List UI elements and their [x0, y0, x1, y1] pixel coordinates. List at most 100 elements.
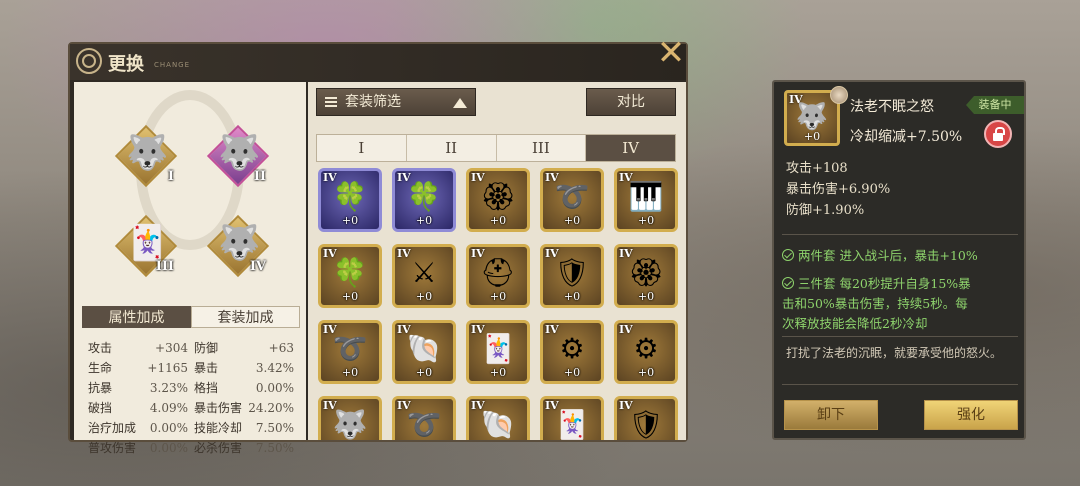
stat-value: 0.00%: [149, 421, 188, 435]
inventory-item[interactable]: IV ⛑ +0: [466, 244, 530, 308]
inventory-area: 套装筛选 对比 I II III IV IV 🍀 +0 IV 🍀 +0 IV 🏵 +0 IV ➰ +0…: [308, 82, 686, 440]
inventory-item[interactable]: IV 🍀 +0: [318, 244, 382, 308]
inventory-item[interactable]: IV➰+0: [540, 168, 604, 232]
item-level: +0: [341, 290, 359, 303]
slot-tier: I: [167, 169, 174, 184]
stat-label: 暴击伤害: [194, 401, 243, 415]
inventory-item[interactable]: IV🃏+0: [466, 320, 530, 384]
stat-value: 3.42%: [255, 361, 294, 375]
triangle-up-icon: [453, 98, 467, 108]
set-bonus-3-line: 三件套 每20秒提升自身15%暴: [798, 276, 971, 291]
sub-stat: 防御+1.90%: [786, 203, 865, 218]
detail-level: +0: [803, 130, 821, 143]
inventory-item[interactable]: IV➰+0: [392, 396, 456, 440]
item-icon: 🐺: [332, 408, 368, 440]
slot-tier: III: [155, 259, 174, 274]
divider: [782, 384, 1018, 385]
check-circle-icon: [782, 249, 794, 261]
item-icon: ➰: [332, 332, 368, 365]
tab-tier-3[interactable]: III: [496, 135, 587, 161]
tab-attribute-bonus[interactable]: 属性加成: [82, 306, 191, 328]
equipped-badge: 装备中: [966, 96, 1024, 114]
slot-tier: IV: [249, 259, 266, 274]
stat-value: 7.50%: [255, 441, 294, 455]
change-panel: 更换 CHANGE 🐺 I 🐺 II 🃏 III 🐺 IV 属性加成 套装加成: [68, 42, 688, 455]
item-icon: 🛡: [628, 408, 664, 440]
tab-tier-1[interactable]: I: [317, 135, 407, 161]
stat-row: 破挡 4.09% 暴击伤害 24.20%: [88, 398, 300, 418]
item-level: +0: [415, 366, 433, 379]
item-icon: 🍀: [332, 180, 368, 213]
item-level: +0: [489, 366, 507, 379]
tab-tier-2[interactable]: II: [406, 135, 497, 161]
item-icon: ➰: [406, 408, 442, 440]
item-icon: 🐚: [480, 408, 516, 440]
inventory-item[interactable]: IV🐚+0: [466, 396, 530, 440]
inventory-item[interactable]: IV ⚙ +0: [540, 320, 604, 384]
set-filter-button[interactable]: 套装筛选: [316, 88, 476, 116]
stat-label: 必杀伤害: [194, 441, 243, 455]
item-level: +0: [637, 290, 655, 303]
inventory-item[interactable]: IV 🏵 +0: [614, 244, 678, 308]
inventory-item[interactable]: IV🛡+0: [614, 396, 678, 440]
lock-icon[interactable]: [984, 120, 1012, 148]
inventory-item[interactable]: IV 🍀 +0: [318, 168, 382, 232]
stat-label: 技能冷却: [194, 421, 243, 435]
stat-row: 抗暴 3.23% 格挡 0.00%: [88, 378, 300, 398]
tier-tabs: I II III IV: [316, 134, 676, 162]
stat-label: 抗暴: [88, 381, 113, 395]
item-level: +0: [489, 214, 507, 227]
panel-subtitle: CHANGE: [154, 61, 191, 69]
inventory-item[interactable]: IV🐚+0: [392, 320, 456, 384]
sub-stat: 攻击+108: [786, 161, 848, 176]
enhance-button[interactable]: 强化: [924, 400, 1018, 430]
unequip-button[interactable]: 卸下: [784, 400, 878, 430]
tab-set-bonus[interactable]: 套装加成: [191, 306, 300, 328]
bonus-tabs: 属性加成 套装加成: [82, 306, 300, 328]
inventory-item[interactable]: IV🐺+0: [318, 396, 382, 440]
tab-tier-4[interactable]: IV: [586, 135, 675, 161]
inventory-item[interactable]: IV ⚙ +0: [614, 320, 678, 384]
inventory-item[interactable]: IV 🍀 +0: [392, 168, 456, 232]
stat-label: 格挡: [194, 381, 219, 395]
equipped-slot-4[interactable]: 🐺 IV: [206, 214, 270, 278]
equipped-slot-2[interactable]: 🐺 II: [206, 124, 270, 188]
slot-tier: II: [253, 169, 266, 184]
item-detail-panel: IV 🐺 +0 法老不眠之怒 装备中 冷却缩减+7.50% 攻击+108 暴击伤…: [772, 80, 1026, 440]
sub-stats: 攻击+108 暴击伤害+6.90% 防御+1.90%: [786, 158, 890, 221]
compare-button[interactable]: 对比: [586, 88, 676, 116]
equipped-slot-3[interactable]: 🃏 III: [114, 214, 178, 278]
stat-label: 暴击: [194, 361, 219, 375]
equipped-slot-1[interactable]: 🐺 I: [114, 124, 178, 188]
stat-row: 生命 +1165 暴击 3.42%: [88, 358, 300, 378]
stat-value: +304: [155, 341, 188, 355]
inventory-item[interactable]: IV🛡+0: [540, 244, 604, 308]
set-bonus-3-line: 次释放技能会降低2秒冷却: [782, 316, 928, 331]
stat-value: 24.20%: [248, 401, 294, 415]
divider: [782, 234, 1018, 235]
inventory-item[interactable]: IV 🎹 +0: [614, 168, 678, 232]
item-icon: 🛡: [554, 256, 590, 289]
inventory-item[interactable]: IV ⚔ +0: [392, 244, 456, 308]
inventory-item[interactable]: IV➰+0: [318, 320, 382, 384]
divider: [782, 336, 1018, 337]
stat-value: 4.09%: [149, 401, 188, 415]
stat-label: 破挡: [88, 401, 113, 415]
set-bonus-2: 两件套 进入战斗后，暴击+10%: [782, 246, 1018, 266]
anubis-icon: 🐺: [126, 133, 169, 173]
item-icon: 🏵: [628, 256, 664, 289]
close-button[interactable]: ✕: [654, 36, 688, 72]
item-icon: 🃏: [554, 408, 590, 440]
stat-label: 防御: [194, 341, 219, 355]
stat-row: 治疗加成 0.00% 技能冷却 7.50%: [88, 418, 300, 438]
inventory-item[interactable]: IV🃏+0: [540, 396, 604, 440]
item-level: +0: [341, 366, 359, 379]
check-circle-icon: [782, 277, 794, 289]
item-icon: 🍀: [332, 256, 368, 289]
item-level: +0: [563, 366, 581, 379]
avatar: [830, 86, 848, 104]
inventory-item[interactable]: IV 🏵 +0: [466, 168, 530, 232]
stat-label: 生命: [88, 361, 113, 375]
stat-label: 治疗加成: [88, 421, 137, 435]
set-bonus-3: 三件套 每20秒提升自身15%暴 击和50%暴击伤害，持续5秒。每 次释放技能会…: [782, 274, 1018, 334]
